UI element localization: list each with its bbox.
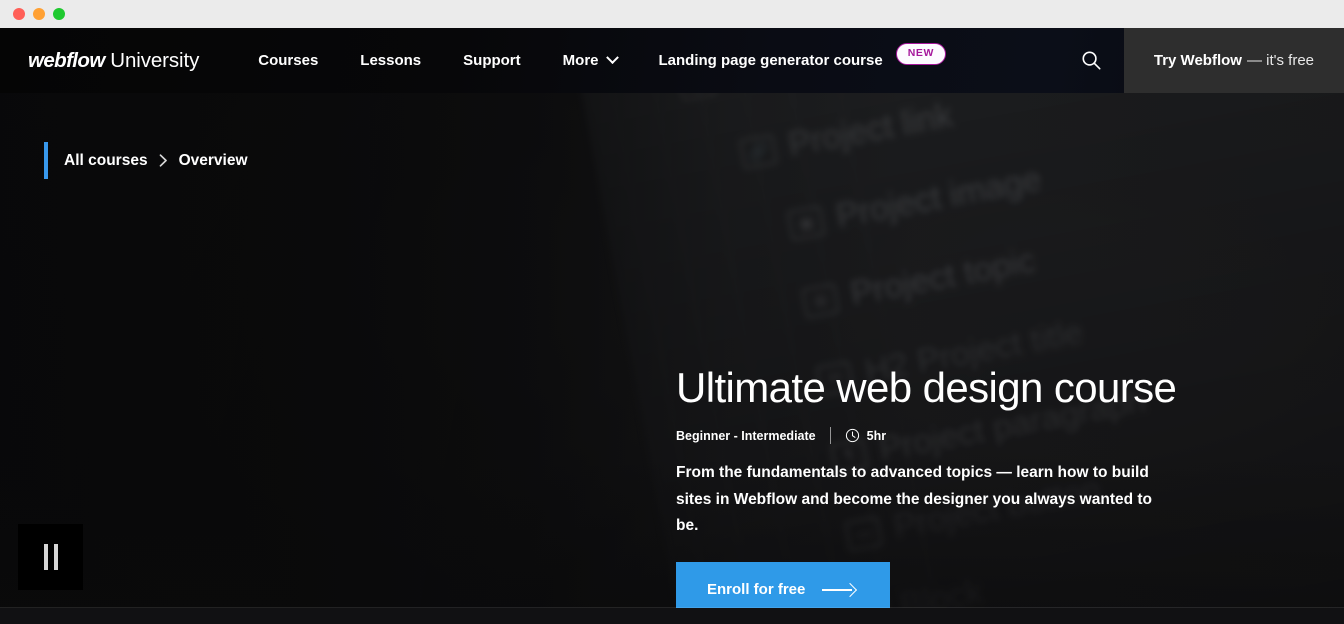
breadcrumb: All courses Overview — [44, 142, 248, 179]
nav-link-label: Support — [463, 52, 521, 69]
navigator-layer-label: Project link — [785, 96, 956, 164]
link-icon: 🔗 — [738, 133, 778, 170]
university-wordmark: University — [104, 48, 200, 72]
navbar-right: Try Webflow — it's free — [1060, 28, 1344, 93]
nav-link-label: Lessons — [360, 52, 422, 69]
navbar-links: Courses Lessons Support More Landing pag… — [237, 28, 952, 93]
breadcrumb-current-overview: Overview — [178, 151, 248, 169]
text-block-icon: ⊞ — [801, 282, 840, 319]
image-icon: ▣ — [786, 204, 826, 241]
arrow-right-icon — [822, 584, 856, 596]
nav-link-lessons[interactable]: Lessons — [339, 28, 442, 93]
webflow-wordmark: webflow — [28, 48, 105, 72]
new-badge: NEW — [895, 42, 947, 65]
nav-link-label: Landing page generator course — [658, 52, 883, 69]
nav-link-courses[interactable]: Courses — [237, 28, 339, 93]
chevron-right-glyph — [159, 154, 167, 167]
pause-icon-bar-right — [53, 544, 58, 570]
course-level: Beginner - Intermediate — [676, 428, 816, 443]
chevron-right-icon — [159, 154, 168, 167]
clock-icon — [845, 428, 859, 443]
page-title: Ultimate web design course — [676, 364, 1177, 411]
meta-divider — [829, 427, 831, 445]
chevron-down-icon — [605, 51, 619, 65]
nav-link-label: More — [562, 52, 599, 69]
search-icon — [1082, 51, 1101, 70]
window-titlebar — [0, 0, 1344, 28]
webflow-university-logo[interactable]: webflow University — [28, 49, 199, 73]
site-navbar: webflow University Courses Lessons Suppo… — [0, 28, 1344, 93]
cta-strong-label: Try Webflow — [1153, 52, 1242, 69]
nav-link-label: Courses — [258, 52, 319, 69]
nav-link-support[interactable]: Support — [442, 28, 542, 93]
section-divider — [0, 607, 1344, 608]
page-viewport: Project wrapper ▦ Project grid 🔗 Project… — [0, 28, 1344, 624]
footer-sliver — [0, 608, 1344, 624]
window-maximize-button[interactable] — [53, 8, 65, 20]
breadcrumb-link-all-courses[interactable]: All courses — [64, 152, 148, 170]
navbar-left: webflow University Courses Lessons Suppo… — [0, 28, 952, 93]
course-description: From the fundamentals to advanced topics… — [676, 464, 1153, 535]
breadcrumb-accent-bar — [44, 142, 48, 179]
try-webflow-button[interactable]: Try Webflow — it's free — [1123, 28, 1344, 93]
course-duration: 5hr — [845, 428, 886, 443]
video-pause-button[interactable] — [18, 524, 83, 590]
search-button[interactable] — [1060, 28, 1124, 93]
window-minimize-button[interactable] — [33, 8, 45, 20]
course-duration-label: 5hr — [866, 428, 887, 443]
navigator-layer-label: Project topic — [847, 241, 1039, 314]
nav-link-landing-page-generator-course[interactable]: Landing page generator course NEW — [638, 28, 953, 93]
cta-light-label: — it's free — [1246, 52, 1314, 69]
hero-content: Ultimate web design course Beginner - In… — [676, 364, 1216, 617]
course-meta: Beginner - Intermediate 5hr — [676, 427, 1216, 445]
nav-link-more[interactable]: More — [542, 28, 638, 93]
pause-icon-bar-left — [43, 544, 48, 570]
enroll-button-label: Enroll for free — [707, 581, 806, 598]
browser-window: Project wrapper ▦ Project grid 🔗 Project… — [0, 0, 1344, 624]
window-close-button[interactable] — [13, 8, 25, 20]
navigator-layer-label: Project image — [833, 160, 1045, 236]
